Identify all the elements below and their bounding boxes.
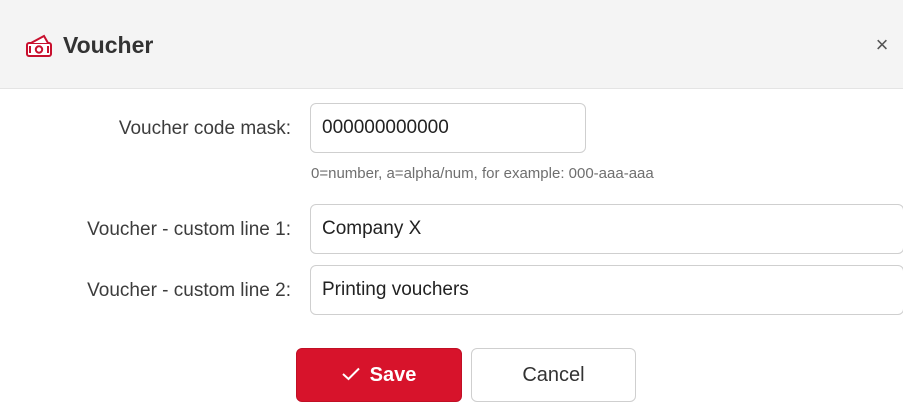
voucher-ticket-icon [26,34,52,57]
cancel-button[interactable]: Cancel [471,348,636,402]
custom-line-2-label: Voucher - custom line 2: [87,280,291,301]
check-icon [341,364,360,387]
save-button[interactable]: Save [296,348,462,402]
dialog-titlebar: Voucher × [0,0,903,89]
cancel-button-label: Cancel [522,363,585,386]
custom-line-1-label: Voucher - custom line 1: [87,219,291,240]
dialog-title: Voucher [63,32,154,58]
close-button[interactable]: × [870,33,894,57]
code-mask-input[interactable] [310,103,586,153]
code-mask-hint: 0=number, a=alpha/num, for example: 000-… [311,165,654,182]
custom-line-2-input[interactable] [310,265,903,315]
voucher-dialog: Voucher × Voucher code mask: 0=number, a… [0,0,903,402]
save-button-label: Save [369,363,417,386]
custom-line-1-input[interactable] [310,204,903,254]
code-mask-label: Voucher code mask: [118,118,291,139]
